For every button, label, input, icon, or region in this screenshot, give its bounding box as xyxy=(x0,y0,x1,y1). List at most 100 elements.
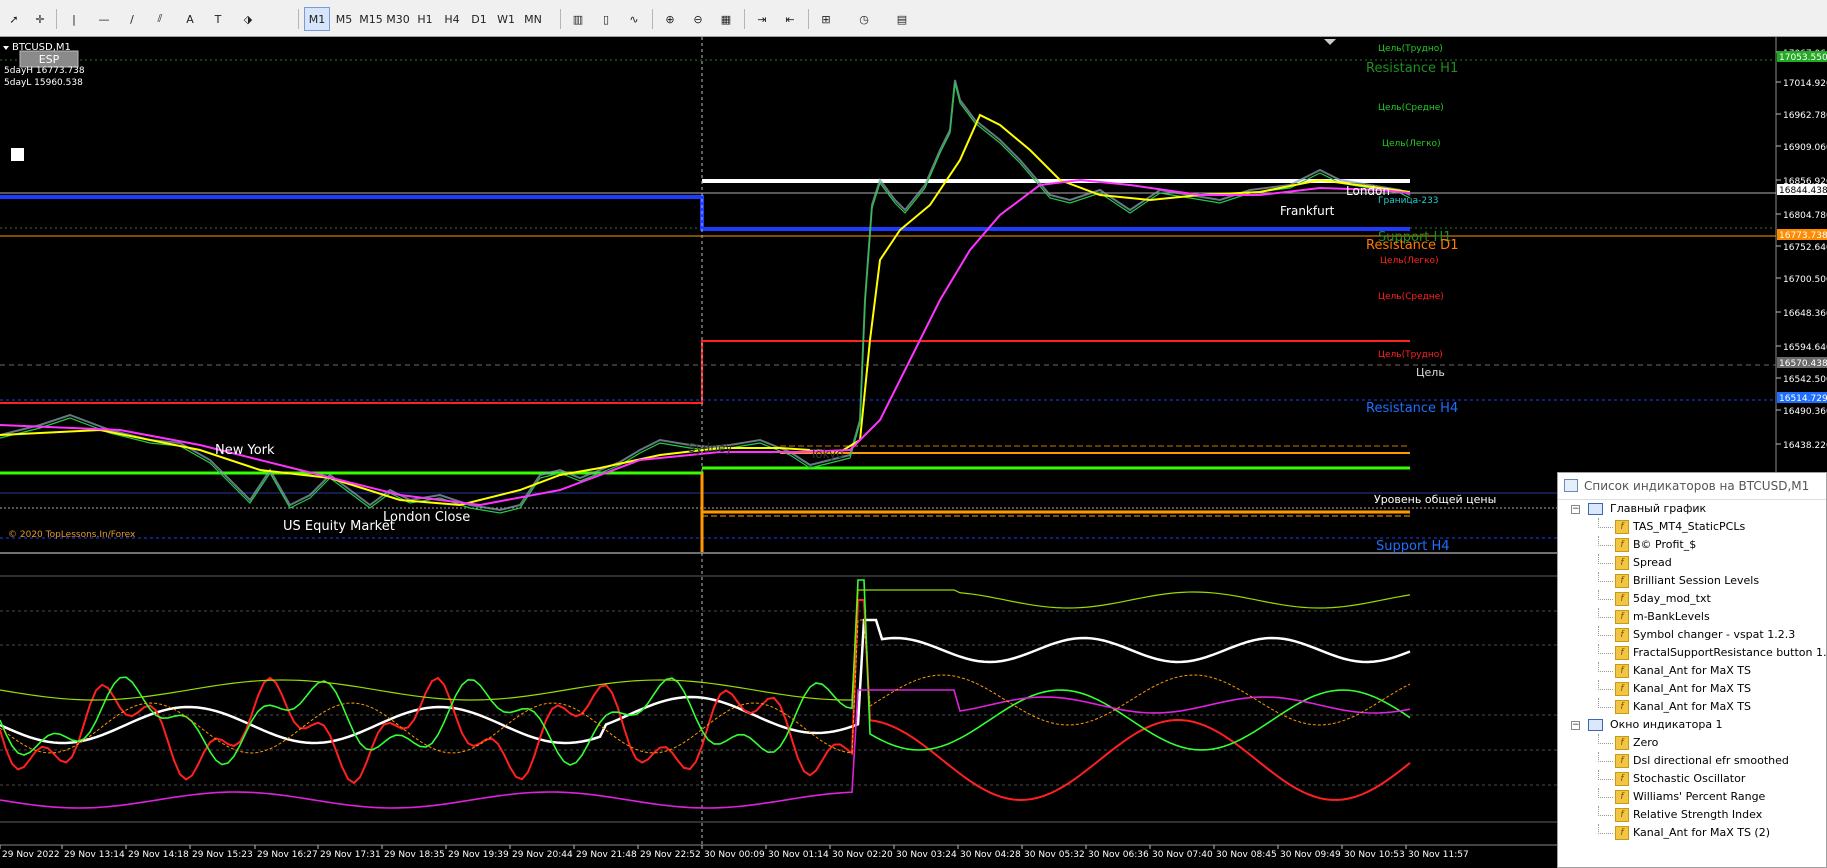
indicator-item[interactable]: f TAS_MT4_StaticPCLs xyxy=(1558,518,1826,536)
timeframe-m1[interactable]: M1 xyxy=(304,7,330,31)
support-h4-label: Support H4 xyxy=(1376,539,1450,554)
target-mid-top-label: Цель(Средне) xyxy=(1378,103,1444,113)
chart-shift-icon[interactable]: ⇤ xyxy=(778,7,802,31)
indicator-item[interactable]: f Kanal_Ant for MaX TS (2) xyxy=(1558,824,1826,842)
indicator-group[interactable]: − Главный график xyxy=(1558,500,1826,518)
tree-connector xyxy=(1598,806,1613,816)
copyright-label: © 2020 TopLessons.In/Forex xyxy=(8,530,136,540)
price-scale-label: 16594.640 xyxy=(1783,343,1827,353)
periodicity-icon[interactable]: ◷ xyxy=(852,7,876,31)
indicator-fx-icon: f xyxy=(1615,682,1629,696)
london-close-label: London Close xyxy=(383,510,470,525)
time-axis-label: 30 Nov 02:20 xyxy=(832,850,893,860)
templates-icon[interactable]: ▤ xyxy=(890,7,914,31)
indicator-item-label: Kanal_Ant for MaX TS (2) xyxy=(1633,826,1771,839)
toolbar-separator xyxy=(560,9,561,29)
indicator-item-label: Kanal_Ant for MaX TS xyxy=(1633,682,1751,695)
indicator-item[interactable]: f Spread xyxy=(1558,554,1826,572)
indicator-item-label: Stochastic Oscillator xyxy=(1633,772,1746,785)
indicator-fx-icon: f xyxy=(1615,556,1629,570)
collapse-icon[interactable]: − xyxy=(1571,721,1580,730)
indicator-item-label: 5day_mod_txt xyxy=(1633,592,1711,605)
text-icon[interactable]: A xyxy=(178,7,202,31)
white-square-button[interactable] xyxy=(11,148,24,161)
indicator-list-title: Список индикаторов на BTCUSD,M1 xyxy=(1558,473,1826,500)
time-axis-label: 29 Nov 21:48 xyxy=(576,850,637,860)
indicator-item[interactable]: f Brilliant Session Levels xyxy=(1558,572,1826,590)
indicator-item-label: B© Profit_$ xyxy=(1633,538,1697,551)
timeframe-w1[interactable]: W1 xyxy=(493,7,519,31)
time-axis-label: 29 Nov 14:18 xyxy=(128,850,189,860)
timeframe-mn[interactable]: MN xyxy=(520,7,546,31)
indicator-fx-icon: f xyxy=(1615,628,1629,642)
timeframe-h4[interactable]: H4 xyxy=(439,7,465,31)
line-chart-icon[interactable]: ∿ xyxy=(622,7,646,31)
time-axis-label: 29 Nov 22:52 xyxy=(640,850,701,860)
indicator-item[interactable]: f Kanal_Ant for MaX TS xyxy=(1558,662,1826,680)
trend-boundary-label: Граница-233 xyxy=(1378,196,1439,206)
timeframe-h1[interactable]: H1 xyxy=(412,7,438,31)
price-scale-label: 17014.920 xyxy=(1783,79,1827,89)
timeframe-m30[interactable]: M30 xyxy=(385,7,411,31)
resistance-d1-label: Resistance D1 xyxy=(1366,238,1458,253)
indicator-fx-icon: f xyxy=(1615,574,1629,588)
auto-scroll-icon[interactable]: ⇥ xyxy=(750,7,774,31)
indicator-item[interactable]: f Relative Strength Index xyxy=(1558,806,1826,824)
indicator-fx-icon: f xyxy=(1615,772,1629,786)
indicator-item[interactable]: f 5day_mod_txt xyxy=(1558,590,1826,608)
indicator-item[interactable]: f Zero xyxy=(1558,734,1826,752)
vertical-line-icon[interactable]: | xyxy=(62,7,86,31)
time-axis-label: 30 Nov 04:28 xyxy=(960,850,1021,860)
timeframe-d1[interactable]: D1 xyxy=(466,7,492,31)
zoom-out-icon[interactable]: ⊖ xyxy=(686,7,710,31)
channel-icon[interactable]: ⫽ xyxy=(148,7,172,31)
indicator-item-label: m-BankLevels xyxy=(1633,610,1710,623)
bar-chart-icon[interactable]: ▥ xyxy=(566,7,590,31)
target-mid-bottom-label: Цель(Средне) xyxy=(1378,292,1444,302)
indicator-item-label: Relative Strength Index xyxy=(1633,808,1763,821)
indicator-fx-icon: f xyxy=(1615,610,1629,624)
indicator-group[interactable]: − Окно индикатора 1 xyxy=(1558,716,1826,734)
price-tag-label: 17053.550 xyxy=(1779,53,1827,63)
indicator-item[interactable]: f Kanal_Ant for MaX TS xyxy=(1558,698,1826,716)
indicator-item[interactable]: f Dsl directional efr smoothed xyxy=(1558,752,1826,770)
indicator-fx-icon: f xyxy=(1615,592,1629,606)
indicator-item[interactable]: f Williams' Percent Range xyxy=(1558,788,1826,806)
cursor-icon[interactable]: ➚ xyxy=(2,7,26,31)
indicator-item[interactable]: f FractalSupportResistance button 1.05 xyxy=(1558,644,1827,662)
price-chart[interactable]: Цель(Трудно) Resistance H1 Цель(Средне) Цел… xyxy=(0,37,1827,868)
dsl-white-line xyxy=(0,618,1411,745)
fiveday-high-label: 5dayH 16773.738 xyxy=(4,66,85,76)
chart-menu-icon xyxy=(3,46,9,50)
timeframe-m15[interactable]: M15 xyxy=(358,7,384,31)
indicator-item-label: Williams' Percent Range xyxy=(1633,790,1766,803)
time-axis-label: 30 Nov 03:24 xyxy=(896,850,957,860)
indicator-item[interactable]: f m-BankLevels xyxy=(1558,608,1826,626)
indicator-item[interactable]: f Stochastic Oscillator xyxy=(1558,770,1826,788)
collapse-icon[interactable]: − xyxy=(1571,505,1580,514)
indicator-item[interactable]: f Symbol changer - vspat 1.2.3 xyxy=(1558,626,1826,644)
price-scale-label: 16438.220 xyxy=(1783,441,1827,451)
indicator-fx-icon: f xyxy=(1615,736,1629,750)
indicator-item-label: FractalSupportResistance button 1.05 xyxy=(1633,646,1827,659)
trendline-icon[interactable]: / xyxy=(120,7,144,31)
chart-window-icon xyxy=(1588,719,1603,731)
indicator-item[interactable]: f Kanal_Ant for MaX TS xyxy=(1558,680,1826,698)
crosshair-icon[interactable]: ✛ xyxy=(28,7,52,31)
channel-lower-line xyxy=(0,689,1411,809)
time-axis-label: 29 Nov 19:39 xyxy=(448,850,509,860)
indicator-item[interactable]: f B© Profit_$ xyxy=(1558,536,1826,554)
horizontal-line-icon[interactable]: — xyxy=(92,7,116,31)
indicators-icon[interactable]: ⊞ xyxy=(814,7,838,31)
indicator-tree: − Главный график f TAS_MT4_StaticPCLs f B© Pr… xyxy=(1558,500,1827,842)
tree-connector xyxy=(1598,680,1613,690)
shapes-icon[interactable]: ⬗ xyxy=(236,7,260,31)
candlestick-icon[interactable]: ▯ xyxy=(594,7,618,31)
toolbar-separator xyxy=(298,9,299,29)
text-label-icon[interactable]: T xyxy=(206,7,230,31)
timeframe-m5[interactable]: M5 xyxy=(331,7,357,31)
zoom-in-icon[interactable]: ⊕ xyxy=(658,7,682,31)
tree-connector xyxy=(1598,572,1613,582)
tile-windows-icon[interactable]: ▦ xyxy=(714,7,738,31)
time-axis-label: 30 Nov 00:09 xyxy=(704,850,765,860)
